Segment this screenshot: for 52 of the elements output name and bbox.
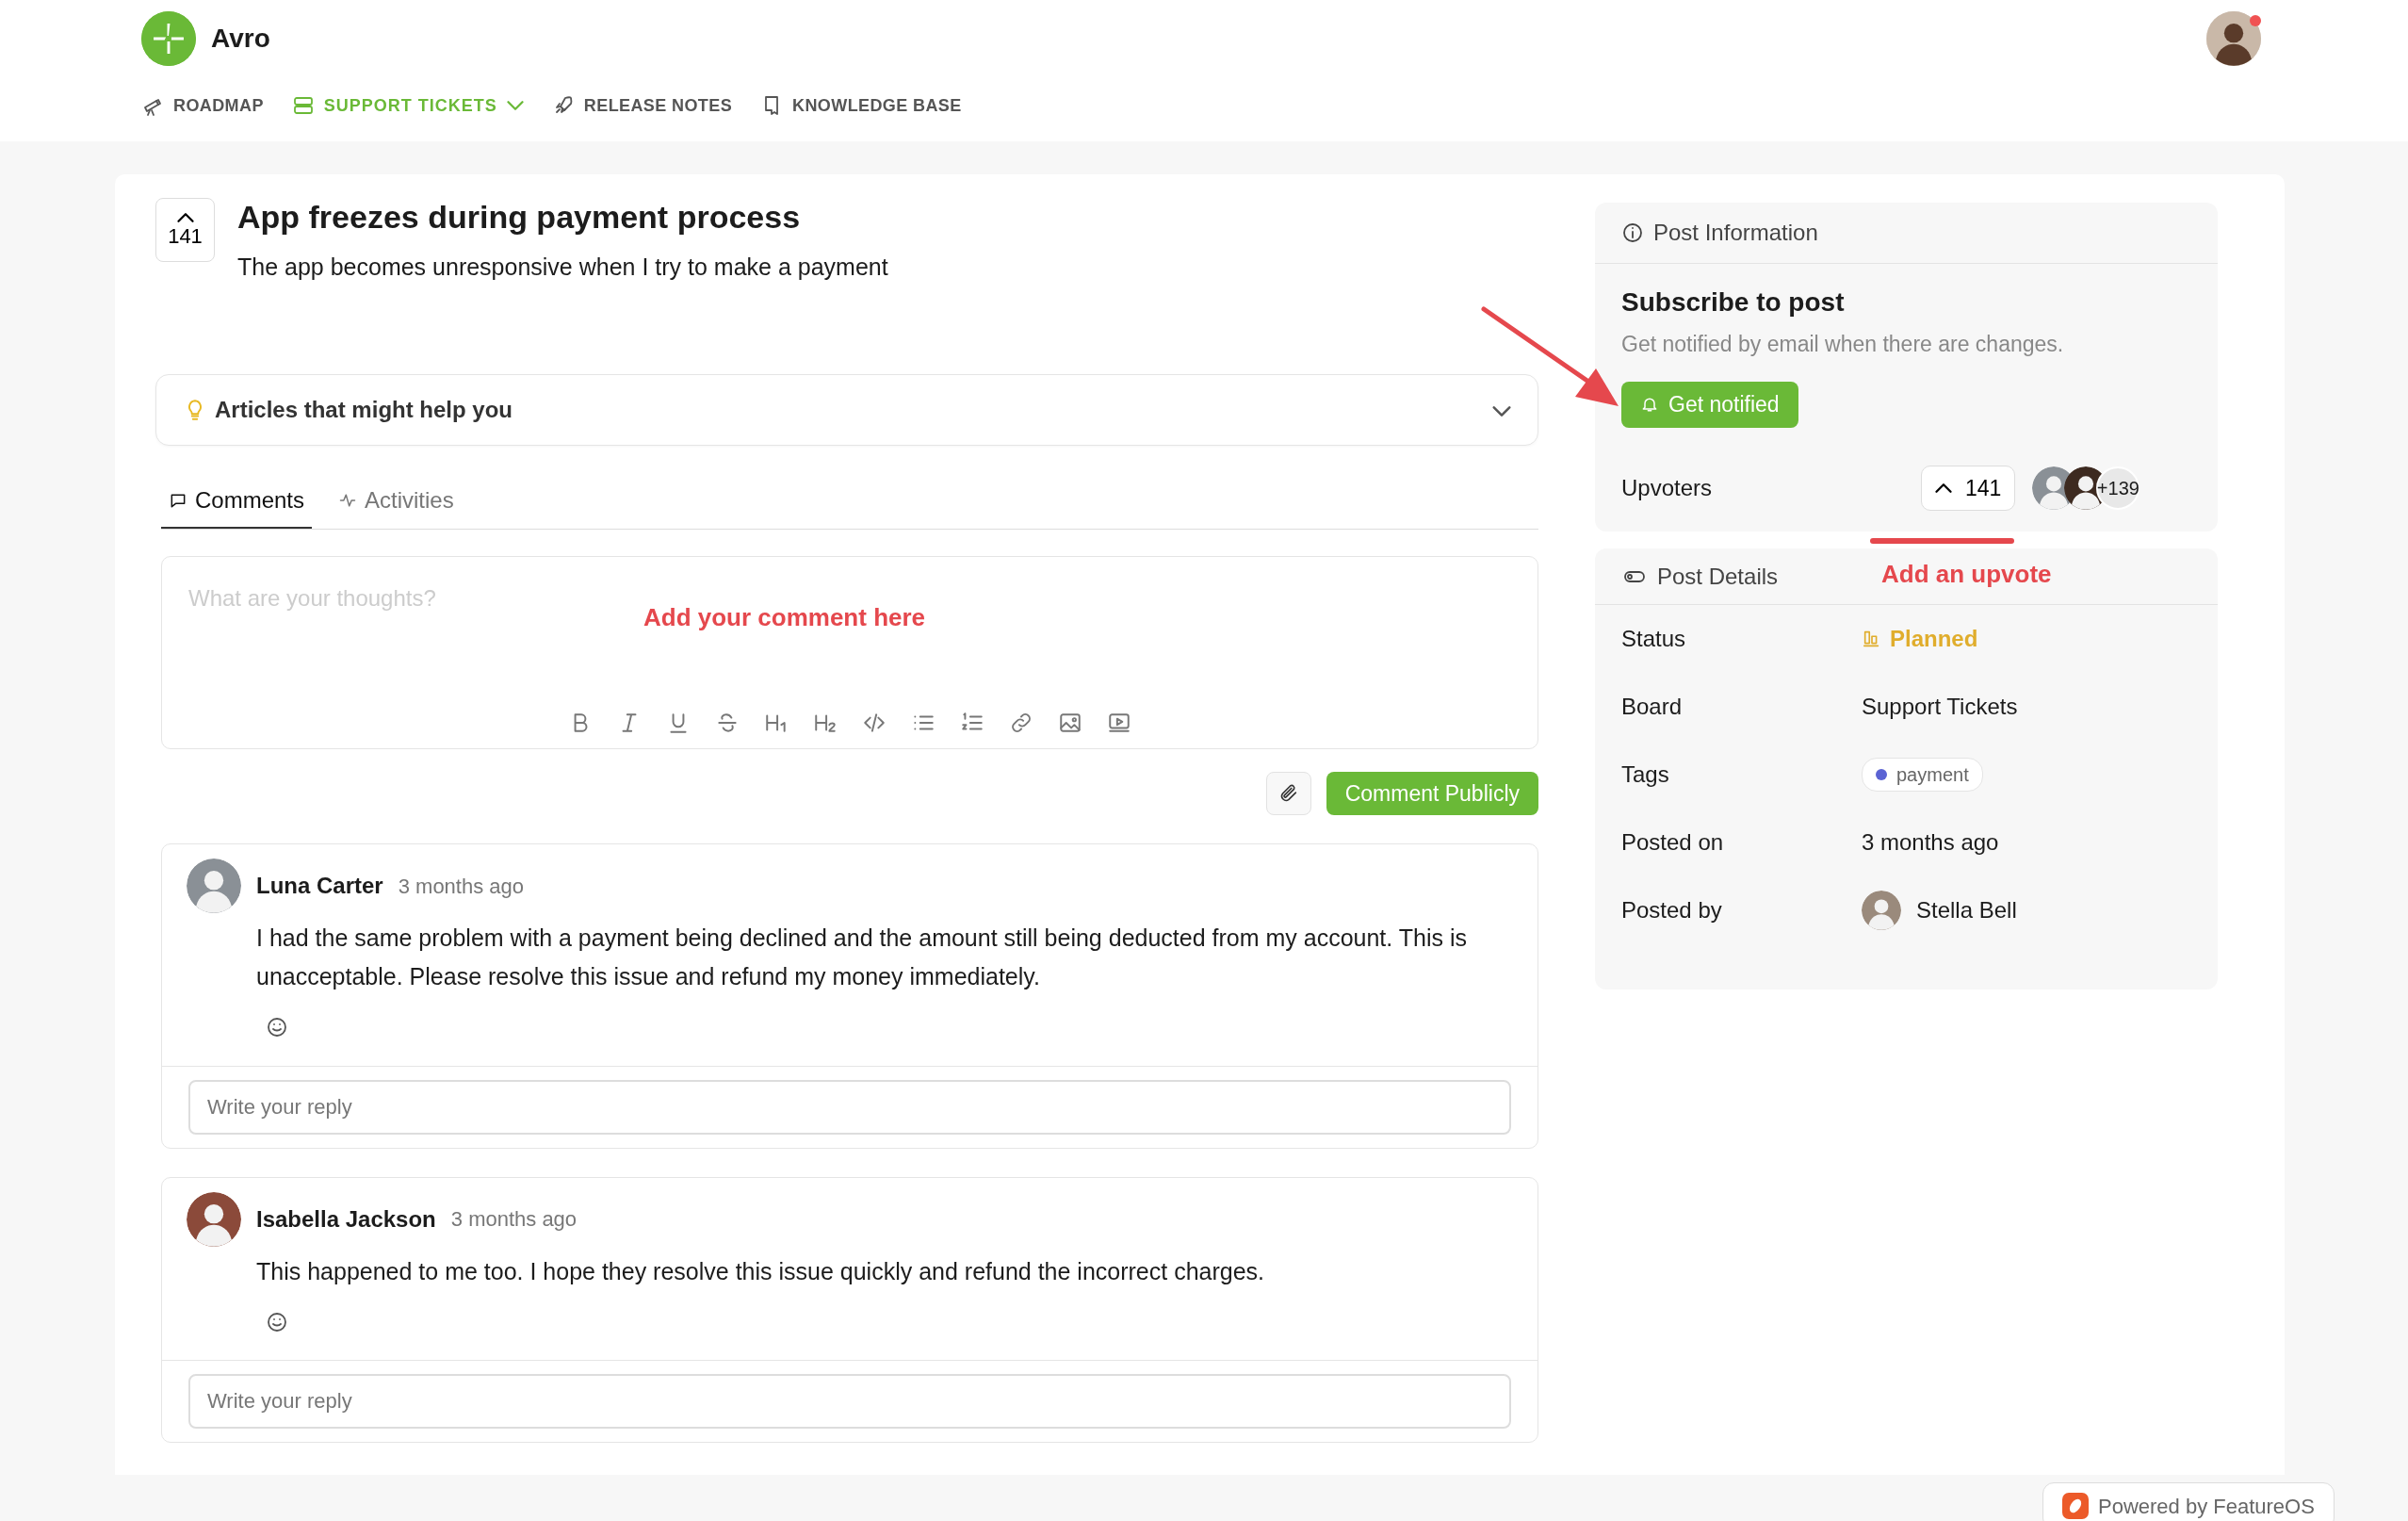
chevron-up-icon [176, 213, 194, 222]
articles-accordion[interactable]: Articles that might help you [155, 374, 1538, 447]
tab[interactable]: Comments [161, 474, 313, 530]
detail-label: Posted on [1621, 828, 1725, 857]
author-name: Stella Bell [1916, 896, 2017, 924]
detail-value: Support Tickets [1862, 693, 2018, 721]
detail-label: Status [1621, 625, 1687, 653]
nav-tab[interactable]: RELEASE NOTES [551, 92, 733, 119]
comment-time: 3 months ago [398, 873, 524, 900]
powered-by-badge[interactable]: Powered by FeatureOS [2042, 1482, 2335, 1521]
subscribe-title: Subscribe to post [1621, 286, 1846, 319]
annotation-text: Add an upvote [1881, 559, 2052, 590]
nav-tab[interactable]: KNOWLEDGE BASE [760, 92, 962, 119]
emoji-reaction-icon[interactable] [266, 1310, 288, 1333]
logo-icon [141, 11, 196, 66]
detail-value: 3 months ago [1862, 828, 1999, 857]
status-value: Planned [1890, 625, 1978, 653]
emoji-reaction-icon[interactable] [266, 1016, 288, 1039]
avatar [187, 1191, 241, 1247]
detail-label: Tags [1621, 760, 1670, 789]
reply-input[interactable]: Write your reply [188, 1079, 1511, 1135]
subscribe-text: Get notified by email when there are changes. [1621, 331, 2065, 358]
comment-time: 3 months ago [450, 1206, 578, 1234]
featureos-logo-icon [2062, 1493, 2089, 1519]
tab[interactable]: Activities [331, 474, 462, 530]
upvote-button[interactable]: 141 [155, 198, 215, 262]
post-description: The app becomes unresponsive when I try to make a payment [237, 252, 888, 282]
card-title: Post Details [1657, 562, 1779, 591]
annotation-text: Add your comment here [643, 602, 926, 633]
more-upvoters-count: +139 [2096, 466, 2140, 510]
user-avatar[interactable] [2206, 11, 2261, 66]
detail-label: Posted by [1621, 896, 1723, 924]
avatar [187, 859, 241, 914]
author-name: Luna Carter [256, 872, 383, 901]
comment-text: I had the same problem with a payment being declined and the amount still being deducted from my account. This is unacceptable. Please resolve this issue and refund my money immediately. [255, 924, 1468, 992]
card-title: Post Information [1653, 219, 1818, 247]
reply-input[interactable]: Write your reply [188, 1374, 1511, 1430]
chevron-up-icon [1935, 482, 1952, 493]
post-title: App freezes during payment process [237, 198, 802, 237]
upvoters-label: Upvoters [1621, 473, 1714, 502]
comment-text: This happened to me too. I hope they resolve this issue quickly and refund the incorrect charges. [255, 1256, 1266, 1286]
brand-name: Avro [211, 23, 270, 55]
detail-label: Board [1621, 693, 1684, 721]
author-name: Isabella Jackson [256, 1204, 436, 1234]
tag-dot-icon [1876, 769, 1887, 780]
tag-chip: payment [1862, 758, 1983, 792]
nav-tab[interactable]: ROADMAP [141, 92, 264, 119]
upvote-button[interactable]: 141 [1921, 465, 2016, 511]
attach-button[interactable] [1265, 772, 1311, 816]
avatar [1862, 891, 1901, 930]
nav-icon [291, 94, 315, 117]
info-icon [1621, 221, 1644, 244]
